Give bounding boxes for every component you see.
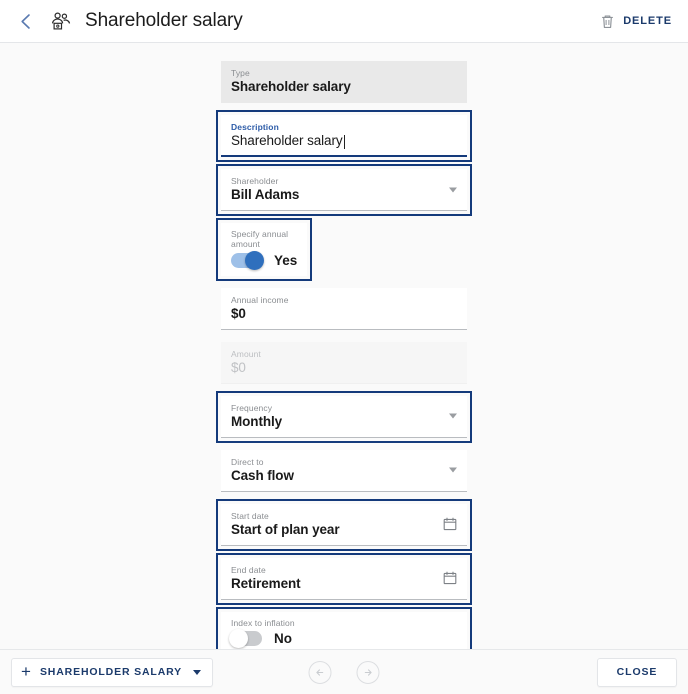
start-date-field[interactable]: Start date Start of plan year — [221, 503, 467, 546]
arrow-right-circle-icon — [364, 668, 372, 676]
next-record-button[interactable] — [356, 660, 380, 684]
field-wrap-shareholder: Shareholder Bill Adams — [216, 164, 472, 217]
close-label: CLOSE — [616, 666, 658, 678]
field-wrap-description: Description Shareholder salary — [216, 110, 472, 163]
direct-to-label: Direct to — [231, 456, 264, 467]
form-column: Type Shareholder salary Description Shar… — [216, 44, 472, 649]
shareholders-group-icon — [48, 8, 74, 34]
index-to-inflation-value: No — [274, 631, 292, 647]
field-wrap-start-date: Start date Start of plan year — [216, 498, 472, 551]
field-wrap-specify-annual-amount: Specify annual amount Yes — [216, 218, 312, 281]
delete-button[interactable]: DELETE — [597, 9, 674, 33]
chevron-down-icon[interactable] — [449, 467, 457, 473]
amount-value: $0 — [231, 359, 246, 375]
chevron-left-icon — [20, 13, 30, 29]
field-wrap-frequency: Frequency Monthly — [216, 390, 472, 443]
type-field: Type Shareholder salary — [221, 61, 467, 104]
calendar-icon[interactable] — [443, 517, 457, 531]
field-wrap-type: Type Shareholder salary — [216, 56, 472, 108]
record-navigation — [308, 660, 380, 684]
field-wrap-direct-to: Direct to Cash flow — [216, 445, 472, 497]
description-label: Description — [231, 122, 279, 133]
add-shareholder-salary-label: SHAREHOLDER SALARY — [39, 666, 183, 678]
bottom-toolbar: + SHAREHOLDER SALARY CLOSE — [0, 649, 688, 694]
text-caret — [343, 134, 345, 149]
shareholder-value: Bill Adams — [231, 187, 300, 203]
shareholder-label: Shareholder — [231, 176, 279, 187]
end-date-label: End date — [231, 564, 266, 575]
frequency-value: Monthly — [231, 413, 283, 429]
chevron-down-icon[interactable] — [449, 187, 457, 193]
index-to-inflation-label: Index to inflation — [231, 617, 295, 628]
toggle-knob — [245, 250, 264, 270]
form-scroll-area[interactable]: Type Shareholder salary Description Shar… — [0, 44, 688, 649]
arrow-left-circle-icon — [316, 668, 324, 676]
plus-icon: + — [21, 662, 31, 681]
index-to-inflation-toggle[interactable] — [229, 629, 262, 649]
previous-record-button[interactable] — [308, 660, 332, 684]
amount-field: Amount $0 — [221, 341, 467, 384]
end-date-value: Retirement — [231, 576, 301, 592]
start-date-value: Start of plan year — [231, 522, 340, 537]
add-shareholder-salary-button[interactable]: + SHAREHOLDER SALARY — [11, 657, 214, 687]
trash-icon — [599, 13, 615, 29]
chevron-down-icon[interactable] — [193, 669, 202, 675]
specify-annual-amount-block: Specify annual amount Yes — [221, 223, 307, 276]
page-header: Shareholder salary DELETE — [0, 0, 688, 43]
index-to-inflation-group: Index to inflation No Additional index r… — [221, 611, 467, 649]
field-wrap-index-to-inflation: Index to inflation No Additional index r… — [216, 606, 472, 649]
index-to-inflation-block: Index to inflation No — [221, 611, 467, 649]
frequency-select[interactable]: Frequency Monthly — [221, 395, 467, 438]
type-value: Shareholder salary — [231, 79, 351, 95]
calendar-icon[interactable] — [443, 571, 457, 585]
index-to-inflation-row: No — [229, 629, 457, 649]
specify-annual-amount-label: Specify annual amount — [231, 229, 289, 250]
specify-annual-amount-row: Yes — [231, 250, 298, 270]
start-date-label: Start date — [231, 510, 269, 521]
specify-annual-amount-toggle[interactable] — [231, 250, 264, 270]
end-date-field[interactable]: End date Retirement — [221, 557, 467, 600]
chevron-down-icon[interactable] — [449, 413, 457, 419]
page-title: Shareholder salary — [85, 10, 243, 31]
specify-annual-amount-value: Yes — [274, 252, 298, 268]
frequency-label: Frequency — [231, 402, 273, 413]
description-value: Shareholder salary — [231, 133, 343, 149]
direct-to-value: Cash flow — [231, 467, 294, 483]
field-wrap-amount: Amount $0 — [216, 337, 472, 389]
type-label: Type — [231, 68, 250, 78]
close-button[interactable]: CLOSE — [597, 657, 677, 687]
field-wrap-annual-income: Annual income $0 — [216, 283, 472, 335]
amount-label: Amount — [231, 348, 261, 359]
delete-label: DELETE — [623, 15, 672, 27]
direct-to-select[interactable]: Direct to Cash flow — [221, 449, 467, 492]
annual-income-label: Annual income — [231, 294, 289, 305]
annual-income-value: $0 — [231, 305, 246, 321]
back-button[interactable] — [12, 8, 38, 34]
annual-income-field[interactable]: Annual income $0 — [221, 287, 467, 330]
toggle-knob — [229, 629, 248, 649]
shareholder-select[interactable]: Shareholder Bill Adams — [221, 169, 467, 212]
field-wrap-end-date: End date Retirement — [216, 552, 472, 605]
description-field[interactable]: Description Shareholder salary — [221, 115, 467, 158]
description-input[interactable]: Shareholder salary — [231, 133, 457, 150]
